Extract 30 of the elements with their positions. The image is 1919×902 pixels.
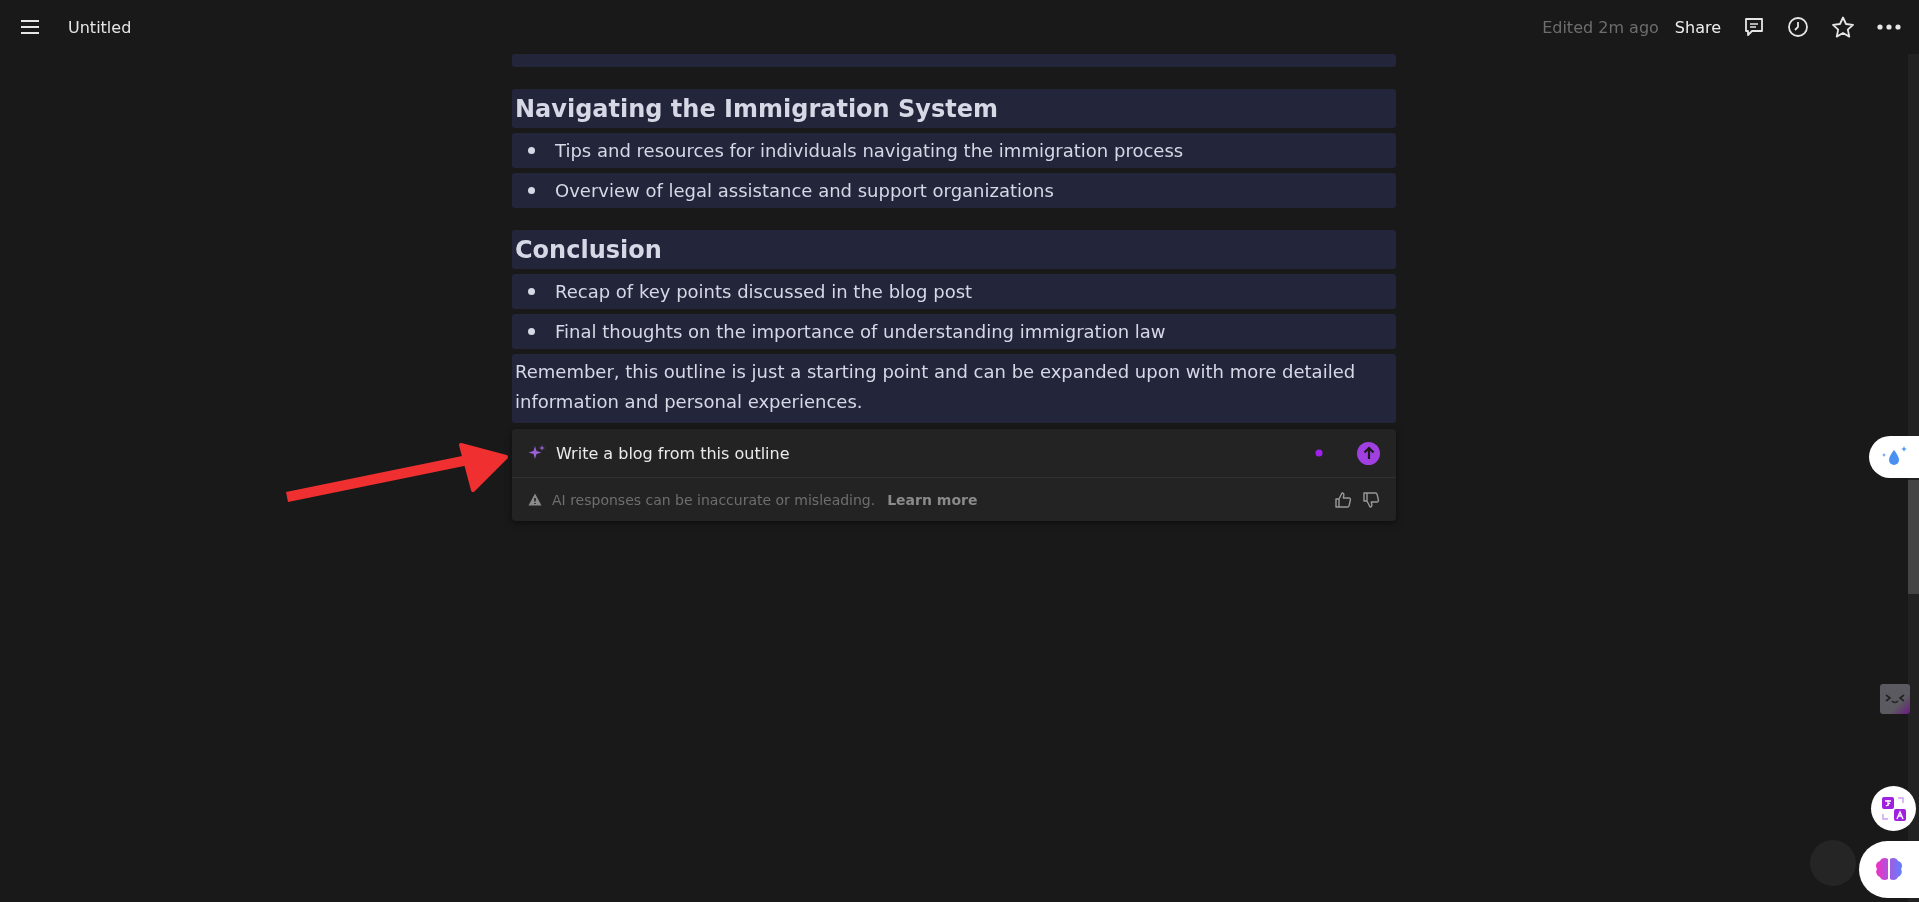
status-dot-icon bbox=[1315, 449, 1323, 457]
translate-icon bbox=[1880, 795, 1907, 822]
bullet-item: Tips and resources for individuals navigating the immigration process bbox=[512, 133, 1396, 168]
translate-widget[interactable] bbox=[1871, 786, 1916, 831]
menu-icon[interactable] bbox=[20, 19, 40, 35]
disclaimer-text: AI responses can be inaccurate or misleading. bbox=[552, 491, 876, 508]
droplet-widget[interactable] bbox=[1869, 436, 1919, 478]
thumbs-down-icon[interactable] bbox=[1362, 490, 1380, 509]
bullet-item: Overview of legal assistance and support organizations bbox=[512, 173, 1396, 208]
more-icon[interactable] bbox=[1877, 24, 1901, 30]
brain-widget[interactable] bbox=[1859, 841, 1919, 898]
face-icon bbox=[1883, 692, 1907, 706]
bullet-item: Recap of key points discussed in the blog post bbox=[512, 274, 1396, 309]
page-title: Untitled bbox=[68, 17, 132, 37]
warning-icon bbox=[528, 493, 542, 506]
comment-icon[interactable] bbox=[1743, 16, 1765, 38]
star-icon[interactable] bbox=[1831, 16, 1855, 38]
edited-time: Edited 2m ago bbox=[1542, 17, 1659, 37]
paragraph: Remember, this outline is just a starting point and can be expanded upon with more detailed information and personal experiences. bbox=[512, 354, 1396, 423]
share-button[interactable]: Share bbox=[1674, 17, 1721, 37]
clock-icon[interactable] bbox=[1787, 16, 1809, 38]
scrollbar-thumb[interactable] bbox=[1908, 480, 1919, 594]
send-button[interactable] bbox=[1357, 441, 1380, 465]
bullet-item: Final thoughts on the importance of understanding immigration law bbox=[512, 314, 1396, 349]
prompt-field[interactable]: Write a blog from this outline bbox=[556, 443, 1305, 463]
section-heading: Conclusion bbox=[512, 230, 1396, 269]
thumbs-up-icon[interactable] bbox=[1334, 490, 1352, 509]
learn-more-link[interactable]: Learn more bbox=[887, 491, 978, 508]
arrow-up-icon bbox=[1362, 446, 1375, 460]
section-heading: Navigating the Immigration System bbox=[512, 89, 1396, 128]
